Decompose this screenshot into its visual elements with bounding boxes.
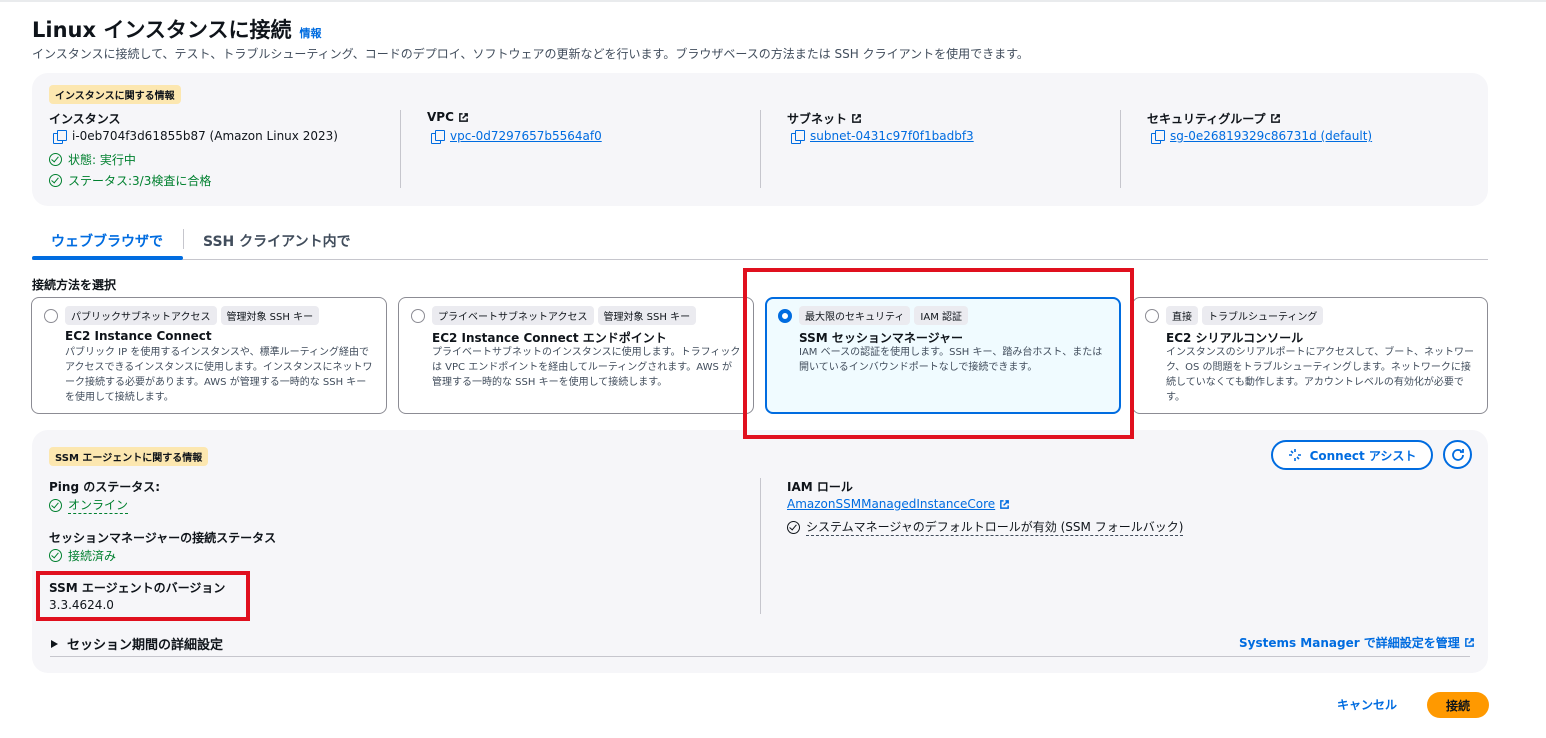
page-description: インスタンスに接続して、テスト、トラブルシューティング、コードのデプロイ、ソフト… (32, 47, 1029, 61)
top-divider (0, 0, 1546, 2)
ping-status-label: Ping のステータス: (49, 480, 161, 494)
connect-button[interactable]: 接続 (1427, 692, 1489, 718)
option-title: EC2 シリアルコンソール (1166, 331, 1304, 345)
option-description: インスタンスのシリアルポートにアクセスして、ブート、ネットワーク、OS の問題を… (1166, 347, 1474, 403)
instance-state-text: 状態: 実行中 (68, 153, 136, 167)
vpc-label: VPC (427, 110, 469, 124)
iam-role-label: IAM ロール (787, 480, 853, 494)
copy-icon[interactable] (53, 129, 67, 144)
instance-info-badge: インスタンスに関する情報 (49, 85, 181, 104)
radio-button[interactable] (411, 309, 425, 323)
subnet-label: サブネット (787, 110, 862, 127)
vpc-link[interactable]: vpc-0d7297657b5564af0 (450, 129, 602, 143)
option-tag: トラブルシューティング (1202, 306, 1324, 325)
option-description: パブリック IP を使用するインスタンスや、標準ルーティング経由でアクセスできる… (65, 347, 373, 403)
option-tag: パブリックサブネットアクセス (65, 306, 217, 325)
default-role-text[interactable]: システムマネージャのデフォルトロールが有効 (SSM フォールバック) (806, 518, 1184, 536)
cancel-button[interactable]: キャンセル (1337, 696, 1397, 713)
external-link-icon (852, 114, 861, 123)
page-header: Linux インスタンスに接続 情報 (32, 14, 322, 44)
security-group-link[interactable]: sg-0e26819329c86731d (default) (1170, 129, 1372, 143)
vpc-value-row: vpc-0d7297657b5564af0 (431, 129, 602, 144)
success-check-icon (49, 549, 62, 562)
option-tags: パブリックサブネットアクセス 管理対象 SSH キー (65, 306, 323, 325)
session-status-label: セッションマネージャーの接続ステータス (49, 531, 277, 545)
subnet-link[interactable]: subnet-0431c97f0f1badbf3 (810, 129, 974, 143)
option-title: EC2 Instance Connect (65, 329, 212, 343)
copy-icon[interactable] (431, 129, 445, 144)
instance-state: 状態: 実行中 (49, 151, 136, 168)
option-tag: プライベートサブネットアクセス (432, 306, 594, 325)
success-check-icon (49, 153, 62, 166)
option-title: EC2 Instance Connect エンドポイント (432, 331, 667, 345)
external-link-icon (1270, 114, 1280, 123)
column-divider (1120, 110, 1121, 188)
copy-icon[interactable] (791, 129, 805, 144)
page-title: Linux インスタンスに接続 (32, 18, 292, 42)
option-ec2-instance-connect[interactable]: パブリックサブネットアクセス 管理対象 SSH キー EC2 Instance C… (31, 297, 387, 414)
instance-status: ステータス:3/3検査に合格 (49, 172, 211, 189)
option-ec2-instance-connect-endpoint[interactable]: プライベートサブネットアクセス 管理対象 SSH キー EC2 Instance … (398, 297, 754, 414)
instance-label: インスタンス (49, 112, 121, 126)
refresh-button[interactable] (1443, 440, 1472, 469)
ping-status: オンライン (49, 496, 129, 514)
option-tag: 管理対象 SSH キー (597, 306, 697, 325)
info-link[interactable]: 情報 (300, 25, 322, 41)
iam-role-link[interactable]: AmazonSSMManagedInstanceCore (787, 497, 995, 511)
column-divider (400, 110, 401, 188)
option-tags: 直接 トラブルシューティング (1166, 306, 1327, 325)
column-divider (760, 478, 761, 614)
highlight-box-ssm-option (743, 268, 1134, 439)
success-check-icon (49, 174, 62, 187)
column-divider (760, 110, 761, 188)
instance-id-row: i-0eb704f3d61855b87 (Amazon Linux 2023) (53, 129, 338, 144)
radio-button[interactable] (44, 309, 58, 323)
systems-manager-link[interactable]: Systems Manager で詳細設定を管理 (1239, 634, 1475, 651)
option-tag: 直接 (1166, 306, 1198, 325)
connection-method-label: 接続方法を選択 (32, 278, 117, 292)
sparkle-icon (1288, 449, 1301, 461)
external-link-icon (1000, 499, 1010, 509)
tab-web-browser[interactable]: ウェブブラウザで (51, 231, 163, 251)
tab-separator (183, 229, 184, 249)
iam-role-row: AmazonSSMManagedInstanceCore (787, 497, 1010, 511)
subnet-value-row: subnet-0431c97f0f1badbf3 (791, 129, 974, 144)
radio-button[interactable] (1145, 309, 1159, 323)
connect-assist-label: Connect アシスト (1309, 448, 1417, 463)
tab-ssh-client[interactable]: SSH クライアント内で (203, 231, 351, 251)
refresh-icon (1451, 448, 1464, 461)
systems-manager-link-label: Systems Manager で詳細設定を管理 (1239, 636, 1460, 650)
caret-right-icon (51, 639, 58, 648)
option-ec2-serial-console[interactable]: 直接 トラブルシューティング EC2 シリアルコンソール インスタンスのシリアルポ… (1132, 297, 1488, 414)
session-status-value: 接続済み (68, 549, 117, 563)
security-group-label: セキュリティグループ (1147, 110, 1281, 127)
instance-id: i-0eb704f3d61855b87 (Amazon Linux 2023) (72, 129, 338, 143)
active-tab-indicator (32, 256, 183, 260)
copy-icon[interactable] (1151, 129, 1165, 144)
success-check-icon (49, 498, 62, 512)
session-status: 接続済み (49, 547, 116, 564)
external-link-icon (458, 112, 468, 122)
ssm-agent-badge: SSM エージェントに関する情報 (49, 447, 209, 466)
option-description: プライベートサブネットのインスタンスに使用します。トラフィックは VPC エンド… (432, 347, 741, 388)
tab-baseline (32, 259, 1488, 260)
option-tag: 管理対象 SSH キー (220, 306, 320, 325)
check-icon (787, 520, 800, 534)
external-link-icon (1464, 638, 1474, 647)
instance-status-text: ステータス:3/3検査に合格 (68, 174, 212, 188)
ping-status-value[interactable]: オンライン (68, 496, 129, 514)
security-group-value-row: sg-0e26819329c86731d (default) (1151, 129, 1372, 144)
option-tags: プライベートサブネットアクセス 管理対象 SSH キー (432, 306, 700, 325)
session-duration-expander[interactable]: セッション期間の詳細設定 (50, 634, 223, 653)
expander-label: セッション期間の詳細設定 (67, 638, 224, 653)
default-role-status: システムマネージャのデフォルトロールが有効 (SSM フォールバック) (787, 518, 1184, 536)
expander-divider (50, 656, 1470, 657)
connect-assist-button[interactable]: Connect アシスト (1271, 440, 1433, 470)
highlight-box-agent-version (36, 571, 250, 621)
